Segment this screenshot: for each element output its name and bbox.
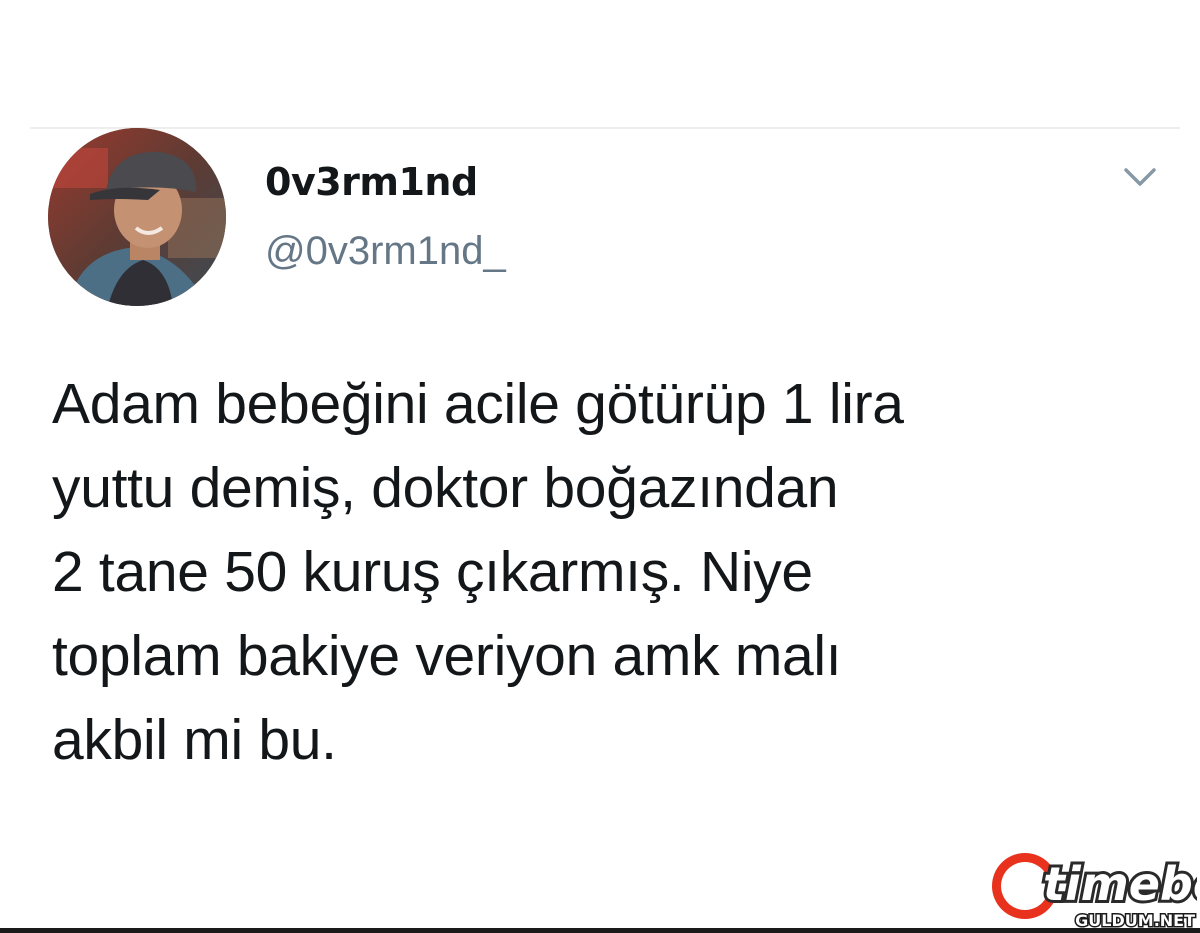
tweet-text-line: 2 tane 50 kuruş çıkarmış. Niye <box>52 540 813 604</box>
tweet-text-line: Adam bebeğini acile götürüp 1 lira <box>52 372 904 436</box>
timebet-watermark-logo: timebet GULDUM.NET <box>985 848 1200 932</box>
bottom-bar <box>0 928 1200 933</box>
chevron-down-icon <box>1124 168 1156 186</box>
avatar-photo-icon <box>48 128 226 306</box>
author-display-name[interactable]: 0v3rm1nd <box>265 160 478 204</box>
top-divider <box>30 127 1180 129</box>
watermark-brand-text: timebet <box>1043 857 1197 911</box>
tweet-text-line: toplam bakiye veriyon amk malı <box>52 624 842 688</box>
tweet-menu-button[interactable] <box>1118 162 1162 192</box>
tweet-text-line: akbil mi bu. <box>52 708 337 772</box>
author-handle[interactable]: @0v3rm1nd_ <box>265 229 506 274</box>
tweet-text: Adam bebeğini acile götürüp 1 lira yuttu… <box>52 362 1162 782</box>
user-avatar[interactable] <box>48 128 226 306</box>
tweet-text-line: yuttu demiş, doktor boğazından <box>52 456 839 520</box>
